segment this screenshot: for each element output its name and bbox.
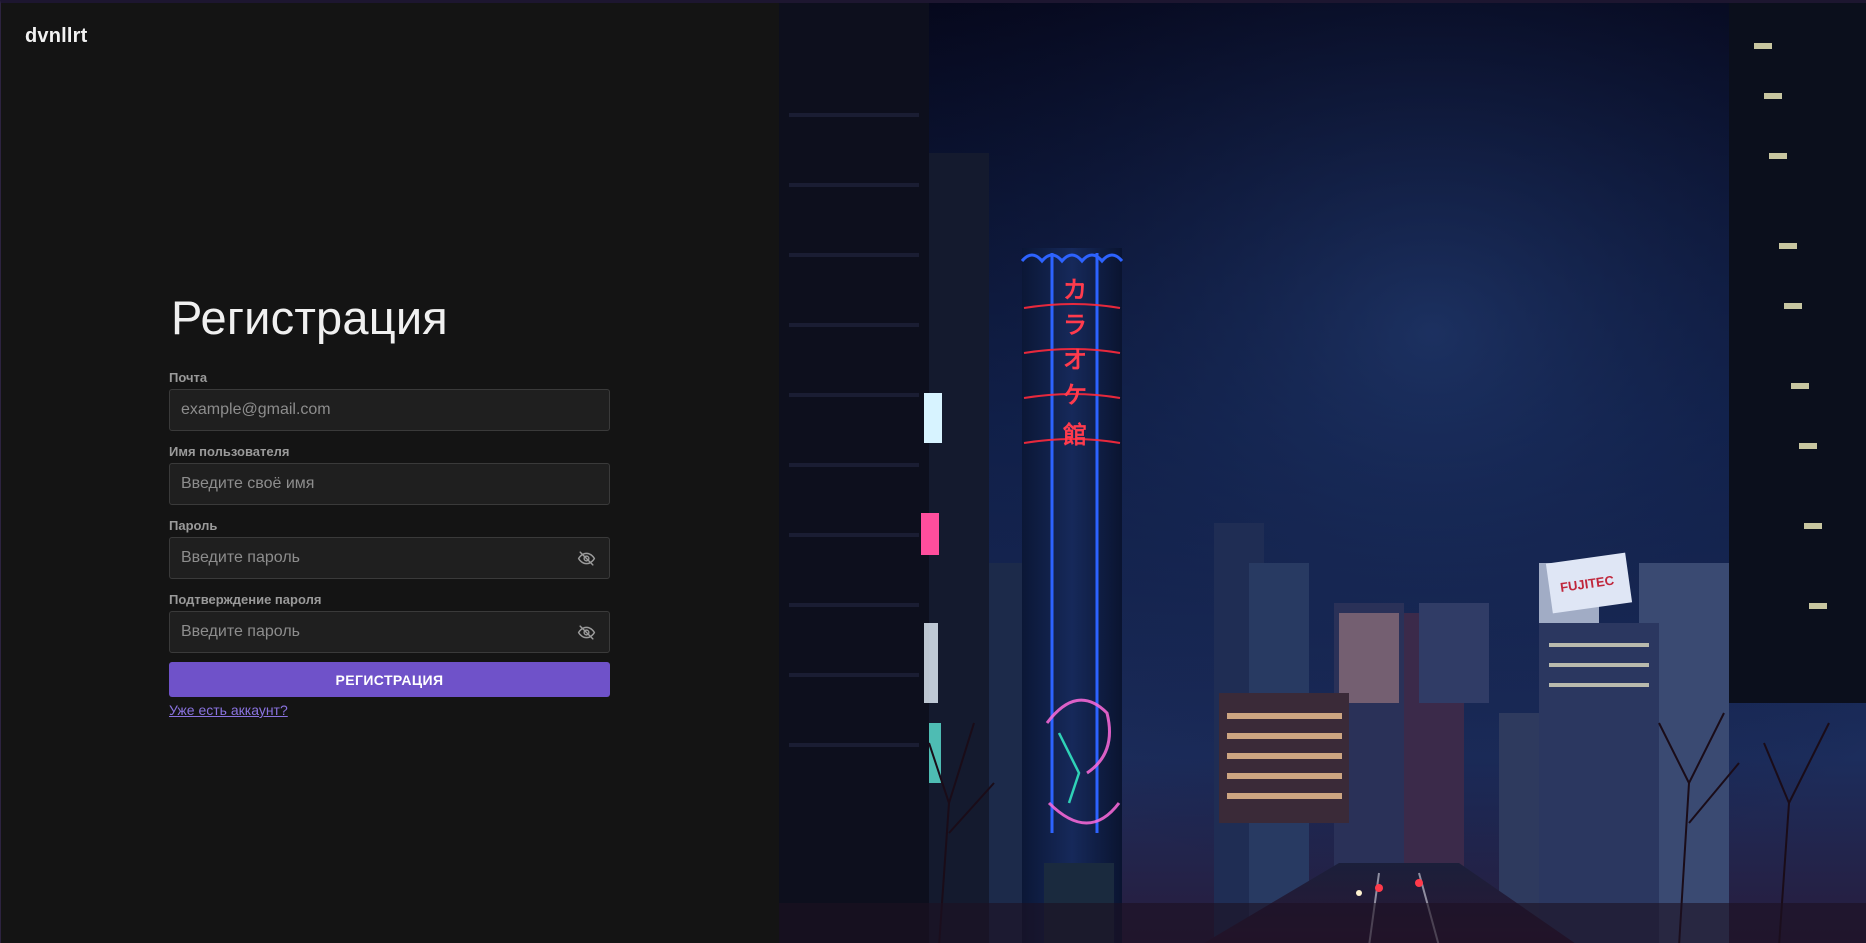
- neon-sign-char-2: ラ: [1063, 311, 1087, 339]
- neon-sign-char-3: オ: [1063, 346, 1087, 374]
- night-city-illustration: カ ラ オ ケ 館 FUJITEC: [779, 3, 1866, 943]
- register-button[interactable]: РЕГИСТРАЦИЯ: [169, 662, 610, 697]
- username-label: Имя пользователя: [169, 444, 290, 459]
- password-field[interactable]: [170, 538, 609, 578]
- eye-off-icon[interactable]: [577, 549, 596, 568]
- eye-off-icon[interactable]: [577, 623, 596, 642]
- password-label: Пароль: [169, 518, 218, 533]
- username-field[interactable]: [170, 464, 609, 504]
- login-link[interactable]: Уже есть аккаунт?: [169, 702, 288, 718]
- neon-sign-char-1: カ: [1063, 276, 1087, 304]
- password-confirm-field[interactable]: [170, 612, 609, 652]
- registration-form: Регистрация Почта Имя пользователя Парол…: [169, 290, 610, 720]
- page-title: Регистрация: [171, 291, 448, 344]
- auth-panel: dvnllrt Регистрация Почта Имя пользовате…: [1, 3, 779, 943]
- app-window: dvnllrt Регистрация Почта Имя пользовате…: [0, 0, 1866, 943]
- password-confirm-label: Подтверждение пароля: [169, 592, 322, 607]
- neon-sign-char-5: 館: [1063, 421, 1087, 449]
- password-confirm-field-wrapper: [169, 611, 610, 653]
- neon-sign-char-4: ケ: [1063, 381, 1087, 409]
- email-label: Почта: [169, 370, 208, 385]
- username-field-wrapper: [169, 463, 610, 505]
- brand-logo[interactable]: dvnllrt: [25, 25, 88, 48]
- hero-image: カ ラ オ ケ 館 FUJITEC: [779, 3, 1866, 943]
- password-field-wrapper: [169, 537, 610, 579]
- email-field[interactable]: [170, 390, 609, 430]
- email-field-wrapper: [169, 389, 610, 431]
